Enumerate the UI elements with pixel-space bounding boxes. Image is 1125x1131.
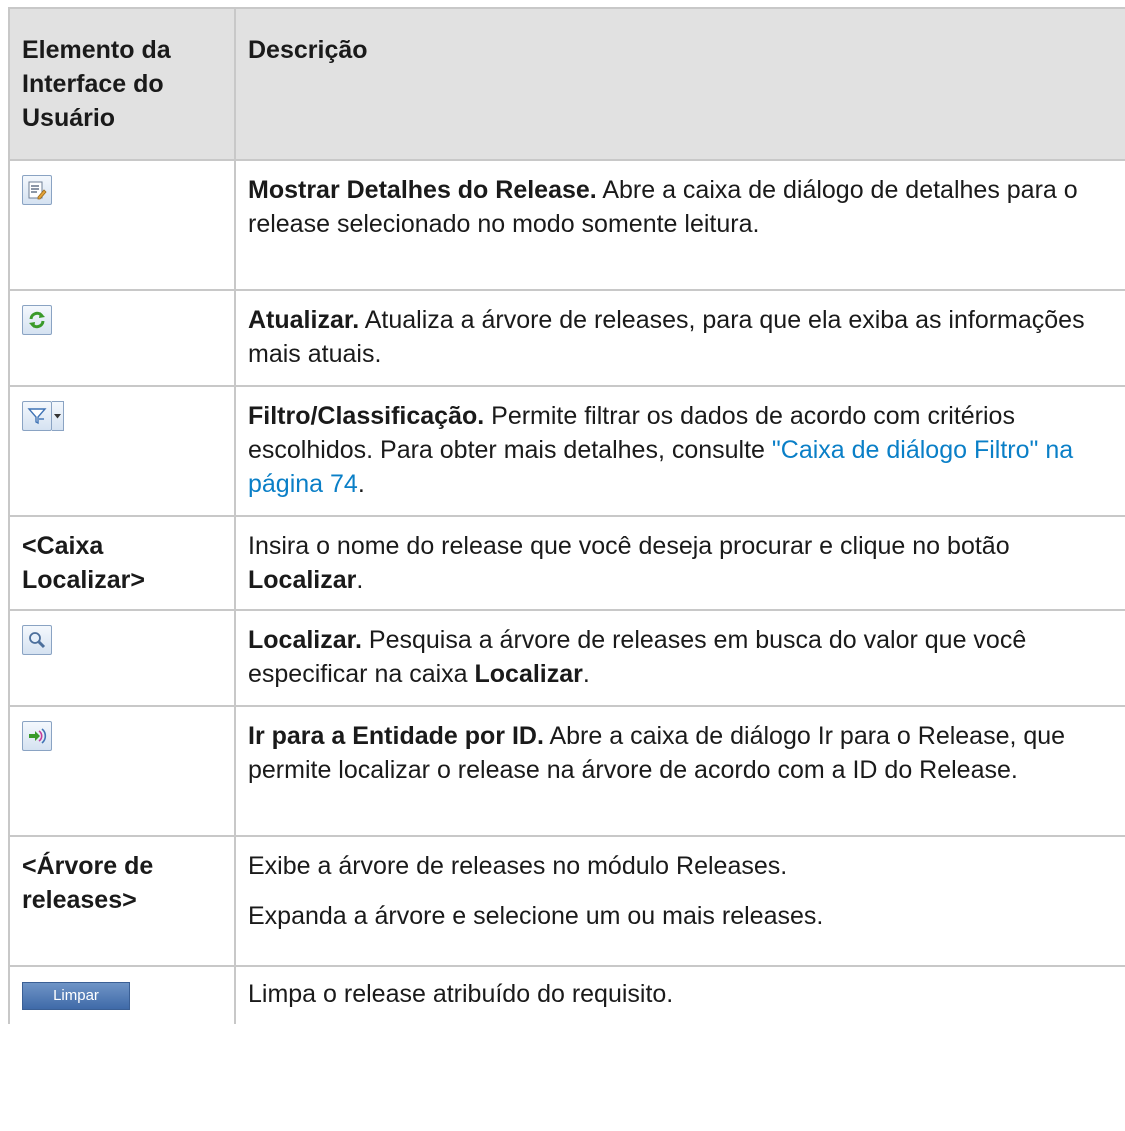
description-cell: Exibe a árvore de releases no módulo Rel…	[234, 835, 1125, 967]
find-icon[interactable]	[22, 625, 52, 655]
row-bold: Localizar	[248, 566, 357, 594]
element-cell	[8, 289, 236, 387]
row-description: Limpa o release atribuído do requisito.	[248, 980, 674, 1008]
description-cell: Insira o nome do release que você deseja…	[234, 515, 1125, 611]
go-to-entity-icon[interactable]	[22, 721, 52, 751]
header-ui-element: Elemento da Interface do Usuário	[8, 7, 236, 161]
row-title: Mostrar Detalhes do Release.	[248, 176, 597, 204]
filter-icon[interactable]	[22, 401, 52, 431]
element-cell	[8, 609, 236, 707]
row-title: Filtro/Classificação.	[248, 402, 485, 430]
element-cell: Limpar	[8, 965, 236, 1024]
element-cell	[8, 159, 236, 291]
row-description: Pesquisa a árvore de releases em busca d…	[248, 626, 1027, 688]
element-cell: <Árvore de releases>	[8, 835, 236, 967]
release-details-icon[interactable]	[22, 175, 52, 205]
row-description-end: .	[356, 566, 364, 594]
chevron-down-icon[interactable]	[52, 401, 64, 431]
description-cell: Localizar. Pesquisa a árvore de releases…	[234, 609, 1125, 707]
table-row: Limpar Limpa o release atribuído do requ…	[8, 965, 1125, 1024]
description-cell: Atualizar. Atualiza a árvore de releases…	[234, 289, 1125, 387]
element-cell	[8, 705, 236, 837]
table-row: <Árvore de releases> Exibe a árvore de r…	[8, 835, 1125, 967]
row-description-end: .	[582, 660, 590, 688]
row-bold: Localizar	[474, 660, 583, 688]
table-row: <Caixa Localizar> Insira o nome do relea…	[8, 515, 1125, 611]
table-row: Filtro/Classificação. Permite filtrar os…	[8, 385, 1125, 517]
header-description: Descrição	[234, 7, 1125, 161]
table-header-row: Elemento da Interface do Usuário Descriç…	[8, 7, 1125, 161]
row-description-2: Expanda a árvore e selecione um ou mais …	[248, 902, 824, 930]
element-cell: <Caixa Localizar>	[8, 515, 236, 611]
description-cell: Limpa o release atribuído do requisito.	[234, 965, 1125, 1024]
row-description: Insira o nome do release que você deseja…	[248, 532, 1010, 560]
row-description: Exibe a árvore de releases no módulo Rel…	[248, 852, 788, 880]
description-cell: Filtro/Classificação. Permite filtrar os…	[234, 385, 1125, 517]
description-cell: Mostrar Detalhes do Release. Abre a caix…	[234, 159, 1125, 291]
description-cell: Ir para a Entidade por ID. Abre a caixa …	[234, 705, 1125, 837]
row-title: Ir para a Entidade por ID.	[248, 722, 544, 750]
filter-control[interactable]	[22, 401, 64, 431]
table-row: Mostrar Detalhes do Release. Abre a caix…	[8, 159, 1125, 291]
table-row: Ir para a Entidade por ID. Abre a caixa …	[8, 705, 1125, 837]
row-description: Atualiza a árvore de releases, para que …	[248, 306, 1085, 368]
ui-elements-table: Elemento da Interface do Usuário Descriç…	[8, 7, 1125, 1024]
row-description-end: .	[357, 470, 365, 498]
refresh-icon[interactable]	[22, 305, 52, 335]
table-row: Atualizar. Atualiza a árvore de releases…	[8, 289, 1125, 387]
clear-button[interactable]: Limpar	[22, 982, 130, 1010]
row-title: Localizar.	[248, 626, 362, 654]
row-title: Atualizar.	[248, 306, 360, 334]
element-cell	[8, 385, 236, 517]
table-row: Localizar. Pesquisa a árvore de releases…	[8, 609, 1125, 707]
